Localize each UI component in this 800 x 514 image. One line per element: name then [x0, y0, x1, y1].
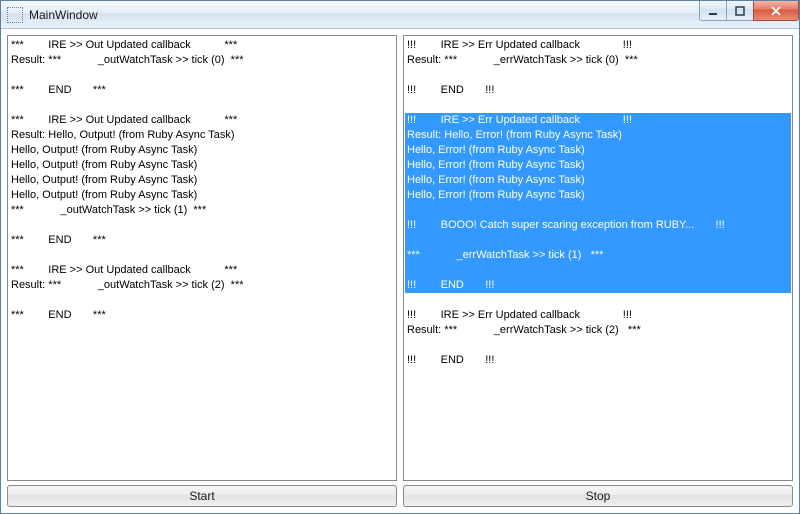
log-line[interactable]: Hello, Error! (from Ruby Async Task) — [405, 143, 791, 158]
log-line[interactable]: *** IRE >> Out Updated callback *** — [9, 113, 395, 128]
log-line[interactable]: Hello, Output! (from Ruby Async Task) — [9, 188, 395, 203]
output-pane[interactable]: *** IRE >> Out Updated callback ***Resul… — [7, 35, 397, 481]
log-line[interactable]: !!! IRE >> Err Updated callback !!! — [405, 308, 791, 323]
maximize-icon — [735, 6, 745, 16]
panes-row: *** IRE >> Out Updated callback ***Resul… — [7, 35, 793, 481]
log-line[interactable]: *** END *** — [9, 83, 395, 98]
log-line[interactable]: *** END *** — [9, 308, 395, 323]
titlebar[interactable]: MainWindow — [1, 1, 799, 29]
window-controls — [700, 1, 799, 21]
log-line[interactable]: Result: *** _errWatchTask >> tick (2) **… — [405, 323, 791, 338]
log-line[interactable]: !!! END !!! — [405, 353, 791, 368]
log-line[interactable]: !!! IRE >> Err Updated callback !!! — [405, 113, 791, 128]
log-line[interactable] — [405, 68, 791, 83]
main-window: MainWindow *** IRE >> Out Updated callba… — [0, 0, 800, 514]
log-line[interactable]: Result: *** _errWatchTask >> tick (0) **… — [405, 53, 791, 68]
minimize-button[interactable] — [699, 1, 727, 21]
log-line[interactable]: Result: *** _outWatchTask >> tick (2) **… — [9, 278, 395, 293]
log-line[interactable] — [9, 293, 395, 308]
buttons-row: Start Stop — [7, 485, 793, 507]
start-button[interactable]: Start — [7, 485, 397, 507]
log-line[interactable]: *** _outWatchTask >> tick (1) *** — [9, 203, 395, 218]
log-line[interactable]: *** IRE >> Out Updated callback *** — [9, 38, 395, 53]
close-icon — [770, 6, 782, 16]
log-line[interactable] — [405, 293, 791, 308]
log-line[interactable] — [9, 68, 395, 83]
log-line[interactable]: !!! BOOO! Catch super scaring exception … — [405, 218, 791, 233]
log-line[interactable] — [9, 248, 395, 263]
log-line[interactable]: Hello, Error! (from Ruby Async Task) — [405, 188, 791, 203]
log-line[interactable]: Hello, Output! (from Ruby Async Task) — [9, 158, 395, 173]
log-line[interactable]: Result: *** _outWatchTask >> tick (0) **… — [9, 53, 395, 68]
log-line[interactable] — [405, 263, 791, 278]
log-line[interactable]: Result: Hello, Output! (from Ruby Async … — [9, 128, 395, 143]
log-line[interactable]: *** END *** — [9, 233, 395, 248]
log-line[interactable] — [9, 98, 395, 113]
content-area: *** IRE >> Out Updated callback ***Resul… — [1, 29, 799, 513]
log-line[interactable]: *** IRE >> Out Updated callback *** — [9, 263, 395, 278]
log-line[interactable]: Result: Hello, Error! (from Ruby Async T… — [405, 128, 791, 143]
log-line[interactable] — [405, 338, 791, 353]
log-line[interactable] — [405, 203, 791, 218]
maximize-button[interactable] — [726, 1, 754, 21]
app-icon — [7, 7, 23, 23]
stop-button[interactable]: Stop — [403, 485, 793, 507]
log-line[interactable] — [405, 233, 791, 248]
log-line[interactable]: !!! END !!! — [405, 278, 791, 293]
log-line[interactable] — [405, 98, 791, 113]
log-line[interactable]: !!! IRE >> Err Updated callback !!! — [405, 38, 791, 53]
window-title: MainWindow — [29, 8, 98, 22]
error-pane[interactable]: !!! IRE >> Err Updated callback !!!Resul… — [403, 35, 793, 481]
log-line[interactable] — [9, 218, 395, 233]
log-line[interactable]: Hello, Output! (from Ruby Async Task) — [9, 143, 395, 158]
minimize-icon — [708, 6, 718, 16]
log-line[interactable]: Hello, Output! (from Ruby Async Task) — [9, 173, 395, 188]
log-line[interactable]: !!! END !!! — [405, 83, 791, 98]
log-line[interactable]: Hello, Error! (from Ruby Async Task) — [405, 173, 791, 188]
log-line[interactable]: Hello, Error! (from Ruby Async Task) — [405, 158, 791, 173]
close-button[interactable] — [753, 1, 799, 21]
log-line[interactable]: *** _errWatchTask >> tick (1) *** — [405, 248, 791, 263]
